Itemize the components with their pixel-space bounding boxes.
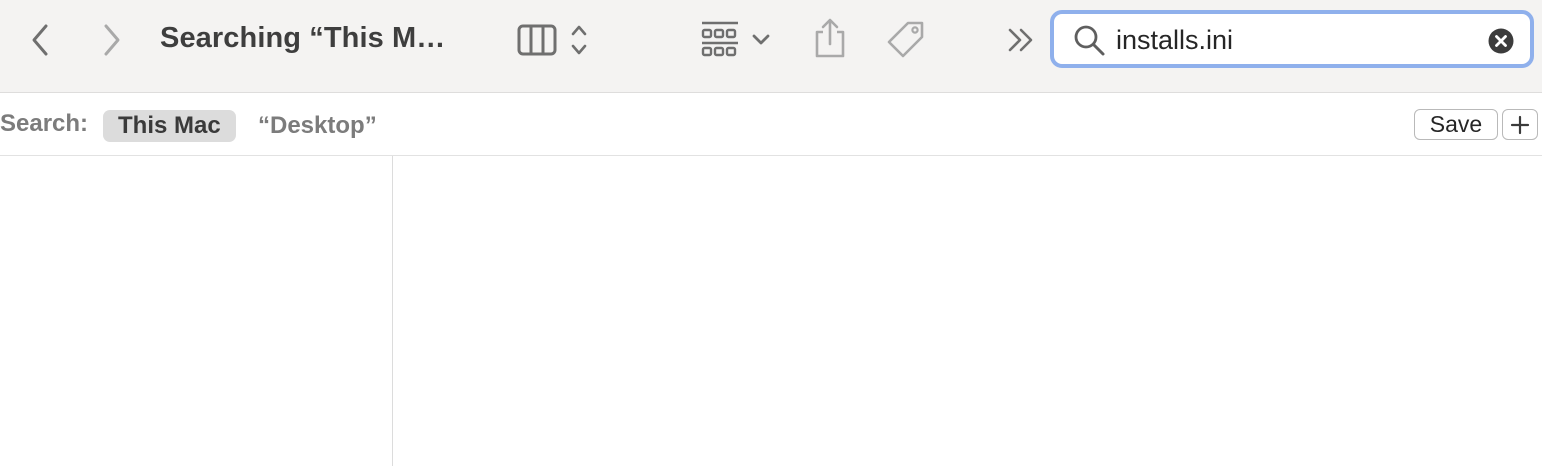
finder-window: Searching “This M… installs.ini Search: … — [0, 0, 1542, 466]
double-chevron-right-icon — [1008, 28, 1033, 52]
search-field[interactable] — [1050, 10, 1534, 68]
chevron-left-icon — [32, 24, 48, 56]
back-button[interactable] — [24, 22, 56, 58]
share-icon — [815, 18, 845, 58]
column-pane-left[interactable] — [0, 156, 393, 466]
up-down-chevron-icon — [571, 25, 587, 55]
toolbar: Searching “This M… — [0, 0, 1542, 93]
clear-search-button[interactable] — [1488, 28, 1514, 59]
group-button[interactable] — [698, 18, 776, 60]
scope-desktop[interactable]: “Desktop” — [258, 110, 377, 142]
forward-button[interactable] — [96, 22, 128, 58]
tag-button[interactable] — [884, 18, 928, 62]
tag-icon — [887, 21, 924, 58]
add-criteria-button[interactable] — [1502, 109, 1538, 140]
toolbar-overflow-button[interactable] — [1004, 24, 1038, 56]
search-scope-bar: Search: This Mac “Desktop” Save — [0, 93, 1542, 156]
grid-group-icon — [701, 21, 738, 57]
plus-icon — [1510, 115, 1530, 134]
columns-view-icon — [517, 24, 557, 56]
search-input[interactable] — [1116, 22, 1476, 58]
chevron-down-icon — [752, 34, 770, 45]
results-pane[interactable] — [394, 156, 1542, 466]
scope-this-mac[interactable]: This Mac — [103, 110, 236, 142]
magnifying-glass-icon — [1072, 23, 1106, 62]
window-title: Searching “This M… — [160, 22, 446, 54]
share-button[interactable] — [810, 16, 850, 62]
scope-label: Search: — [0, 110, 89, 137]
clear-x-icon — [1488, 28, 1514, 54]
save-search-button[interactable]: Save — [1414, 109, 1498, 140]
view-mode-button[interactable] — [514, 20, 596, 60]
chevron-right-icon — [104, 24, 120, 56]
